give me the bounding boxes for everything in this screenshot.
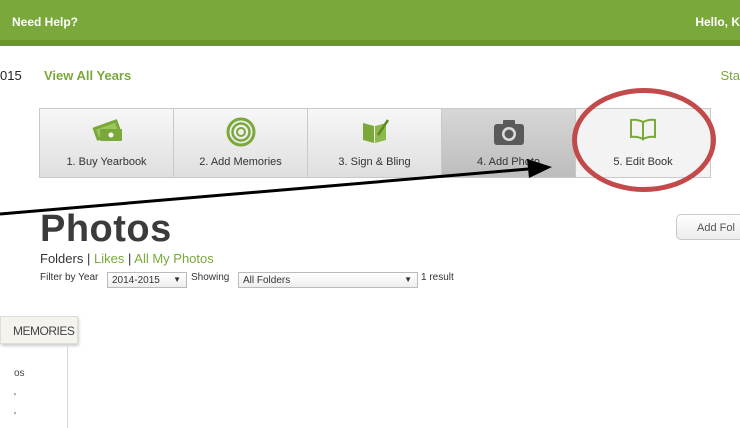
folder-select-value: All Folders: [243, 275, 291, 286]
filter-by-year-label: Filter by Year: [40, 272, 99, 283]
folder-select[interactable]: All Folders ▼: [238, 272, 418, 288]
separator: |: [127, 251, 132, 266]
likes-link[interactable]: Likes: [94, 251, 124, 266]
sidebar-item[interactable]: ': [14, 411, 16, 422]
chevron-down-icon: ▼: [173, 275, 181, 284]
showing-label: Showing: [191, 272, 230, 283]
separator: |: [86, 251, 91, 266]
sidebar-divider: [67, 344, 68, 428]
year-select[interactable]: 2014-2015 ▼: [107, 272, 187, 288]
photo-view-links: Folders | Likes | All My Photos: [40, 251, 214, 266]
page-title: Photos: [40, 208, 172, 250]
sidebar-item[interactable]: ': [14, 392, 16, 403]
chevron-down-icon: ▼: [404, 275, 412, 284]
memories-folder-tag[interactable]: MEMORIES: [0, 316, 78, 344]
folders-link[interactable]: Folders: [40, 251, 83, 266]
sidebar-item[interactable]: os: [14, 368, 25, 379]
result-count: 1 result: [421, 272, 454, 283]
year-select-value: 2014-2015: [112, 275, 160, 286]
all-photos-link[interactable]: All My Photos: [134, 251, 213, 266]
add-folder-button[interactable]: Add Fol: [676, 214, 740, 240]
